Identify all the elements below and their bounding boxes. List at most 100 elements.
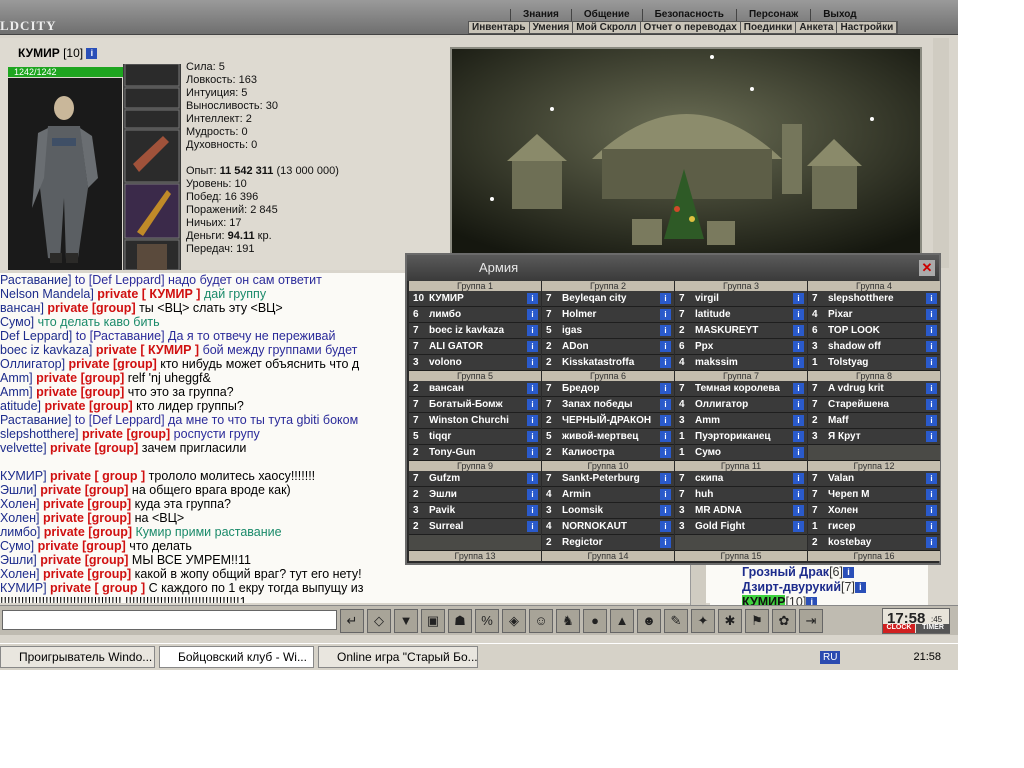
- submenu-0[interactable]: Инвентарь: [469, 22, 530, 33]
- group-member[interactable]: 5 tiqqr i: [409, 429, 541, 445]
- info-icon[interactable]: i: [793, 431, 804, 442]
- info-icon[interactable]: i: [660, 447, 671, 458]
- menu-1[interactable]: Общение: [570, 9, 642, 21]
- info-icon[interactable]: i: [660, 293, 671, 304]
- submenu-3[interactable]: Отчет о переводах: [641, 22, 741, 33]
- group-member[interactable]: 2 ЧЕРНЫЙ-ДРАКОН i: [542, 413, 674, 429]
- group-member[interactable]: 2 Maff i: [808, 413, 940, 429]
- group-member[interactable]: 3 volono i: [409, 355, 541, 371]
- group-member[interactable]: 4 Armin i: [542, 487, 674, 503]
- group-member[interactable]: 3 shadow off i: [808, 339, 940, 355]
- info-icon[interactable]: i: [793, 309, 804, 320]
- group-member[interactable]: 7 ALI GATOR i: [409, 339, 541, 355]
- info-icon[interactable]: i: [527, 383, 538, 394]
- page-scrollbar[interactable]: [933, 38, 949, 268]
- info-icon[interactable]: i: [793, 341, 804, 352]
- group-member[interactable]: 3 Amm i: [675, 413, 807, 429]
- submenu-6[interactable]: Настройки: [837, 22, 898, 33]
- stats-icon[interactable]: %: [475, 609, 499, 633]
- settings-icon[interactable]: ✱: [718, 609, 742, 633]
- info-icon[interactable]: i: [926, 341, 937, 352]
- group-member[interactable]: 7 Sankt-Peterburg i: [542, 471, 674, 487]
- info-icon[interactable]: i: [527, 489, 538, 500]
- info-icon[interactable]: i: [854, 582, 866, 594]
- group-member[interactable]: 1 Tolstyag i: [808, 355, 940, 371]
- close-icon[interactable]: ✕: [919, 260, 935, 276]
- group-member[interactable]: 7 Череп Мi: [808, 487, 940, 503]
- submenu-1[interactable]: Умения: [530, 22, 574, 33]
- task-browser-game[interactable]: Online игра "Старый Бо...: [318, 646, 478, 668]
- group-member[interactable]: 7 Холен i: [808, 503, 940, 519]
- group-member[interactable]: 7 boec iz kavkaza i: [409, 323, 541, 339]
- group-member[interactable]: 7 huh i: [675, 487, 807, 503]
- group-member[interactable]: 7 Запах победы i: [542, 397, 674, 413]
- group-member[interactable]: 5 живой-мертвец i: [542, 429, 674, 445]
- info-icon[interactable]: i: [660, 505, 671, 516]
- info-icon[interactable]: i: [793, 415, 804, 426]
- group-member[interactable]: 1 гисер i: [808, 519, 940, 535]
- menu-3[interactable]: Персонаж: [735, 9, 810, 21]
- city-scene[interactable]: [450, 47, 922, 257]
- group-member[interactable]: 2 Tony-Gun i: [409, 445, 541, 461]
- group-member[interactable]: 1 Пуэрториканец i: [675, 429, 807, 445]
- info-icon[interactable]: i: [926, 357, 937, 368]
- chat-input[interactable]: [2, 610, 337, 630]
- info-icon[interactable]: i: [527, 505, 538, 516]
- group-member[interactable]: 2 kostebay i: [808, 535, 940, 551]
- info-icon[interactable]: i: [527, 399, 538, 410]
- info-icon[interactable]: i: [926, 537, 937, 548]
- group-member[interactable]: 2 Kisskatastroffa i: [542, 355, 674, 371]
- info-icon[interactable]: i: [793, 357, 804, 368]
- group-member[interactable]: 3 Pavik i: [409, 503, 541, 519]
- group-member[interactable]: 7 virgil i: [675, 291, 807, 307]
- info-icon[interactable]: i: [527, 521, 538, 532]
- info-icon[interactable]: i: [527, 357, 538, 368]
- group-member[interactable]: 7 Holmer i: [542, 307, 674, 323]
- exit-icon[interactable]: ⇥: [799, 609, 823, 633]
- group-member[interactable]: 7 Beyleqan city i: [542, 291, 674, 307]
- shield-icon[interactable]: ◈: [502, 609, 526, 633]
- submenu-5[interactable]: Анкета: [796, 22, 838, 33]
- info-icon[interactable]: i: [527, 325, 538, 336]
- knight-icon[interactable]: ♞: [556, 609, 580, 633]
- task-browser-fight-club[interactable]: Бойцовский клуб - Wi...: [159, 646, 314, 668]
- info-icon[interactable]: i: [793, 325, 804, 336]
- group-member[interactable]: 7 latitude i: [675, 307, 807, 323]
- menu-4[interactable]: Выход: [810, 9, 868, 21]
- info-icon[interactable]: i: [527, 341, 538, 352]
- info-icon[interactable]: i: [793, 383, 804, 394]
- info-icon[interactable]: i: [793, 489, 804, 500]
- info-icon[interactable]: i: [926, 431, 937, 442]
- info-icon[interactable]: i: [660, 325, 671, 336]
- info-icon[interactable]: i: [926, 473, 937, 484]
- submenu-2[interactable]: Мой Скролл: [573, 22, 641, 33]
- info-icon[interactable]: i: [527, 309, 538, 320]
- scroll-icon[interactable]: ✎: [664, 609, 688, 633]
- group-member[interactable]: 7 Winston Churchi i: [409, 413, 541, 429]
- group-member[interactable]: 4 NORNOKAUT i: [542, 519, 674, 535]
- group-member[interactable]: 7 Старейшена i: [808, 397, 940, 413]
- info-icon[interactable]: i: [660, 415, 671, 426]
- group-member[interactable]: 5 igas i: [542, 323, 674, 339]
- lock-icon[interactable]: ●: [583, 609, 607, 633]
- group-member[interactable]: 2 ADon i: [542, 339, 674, 355]
- info-icon[interactable]: i: [793, 293, 804, 304]
- info-icon[interactable]: i: [527, 415, 538, 426]
- info-icon[interactable]: i: [660, 489, 671, 500]
- info-icon[interactable]: i: [86, 48, 98, 60]
- info-icon[interactable]: i: [527, 293, 538, 304]
- group-member[interactable]: 3 Loomsik i: [542, 503, 674, 519]
- submenu-4[interactable]: Поединки: [741, 22, 797, 33]
- info-icon[interactable]: i: [926, 293, 937, 304]
- group-member[interactable]: 2 Regictor i: [542, 535, 674, 551]
- group-member[interactable]: 1 Сумо i: [675, 445, 807, 461]
- info-icon[interactable]: i: [926, 489, 937, 500]
- smile-icon[interactable]: ☺: [529, 609, 553, 633]
- info-icon[interactable]: i: [527, 447, 538, 458]
- menu-2[interactable]: Безопасность: [641, 9, 736, 21]
- group-member[interactable]: 2 вансан i: [409, 381, 541, 397]
- group-member[interactable]: 7 Темная королева i: [675, 381, 807, 397]
- group-member[interactable]: 4 makssim i: [675, 355, 807, 371]
- eraser-icon[interactable]: ◇: [367, 609, 391, 633]
- group-member[interactable]: 7 Богатый-Бомж i: [409, 397, 541, 413]
